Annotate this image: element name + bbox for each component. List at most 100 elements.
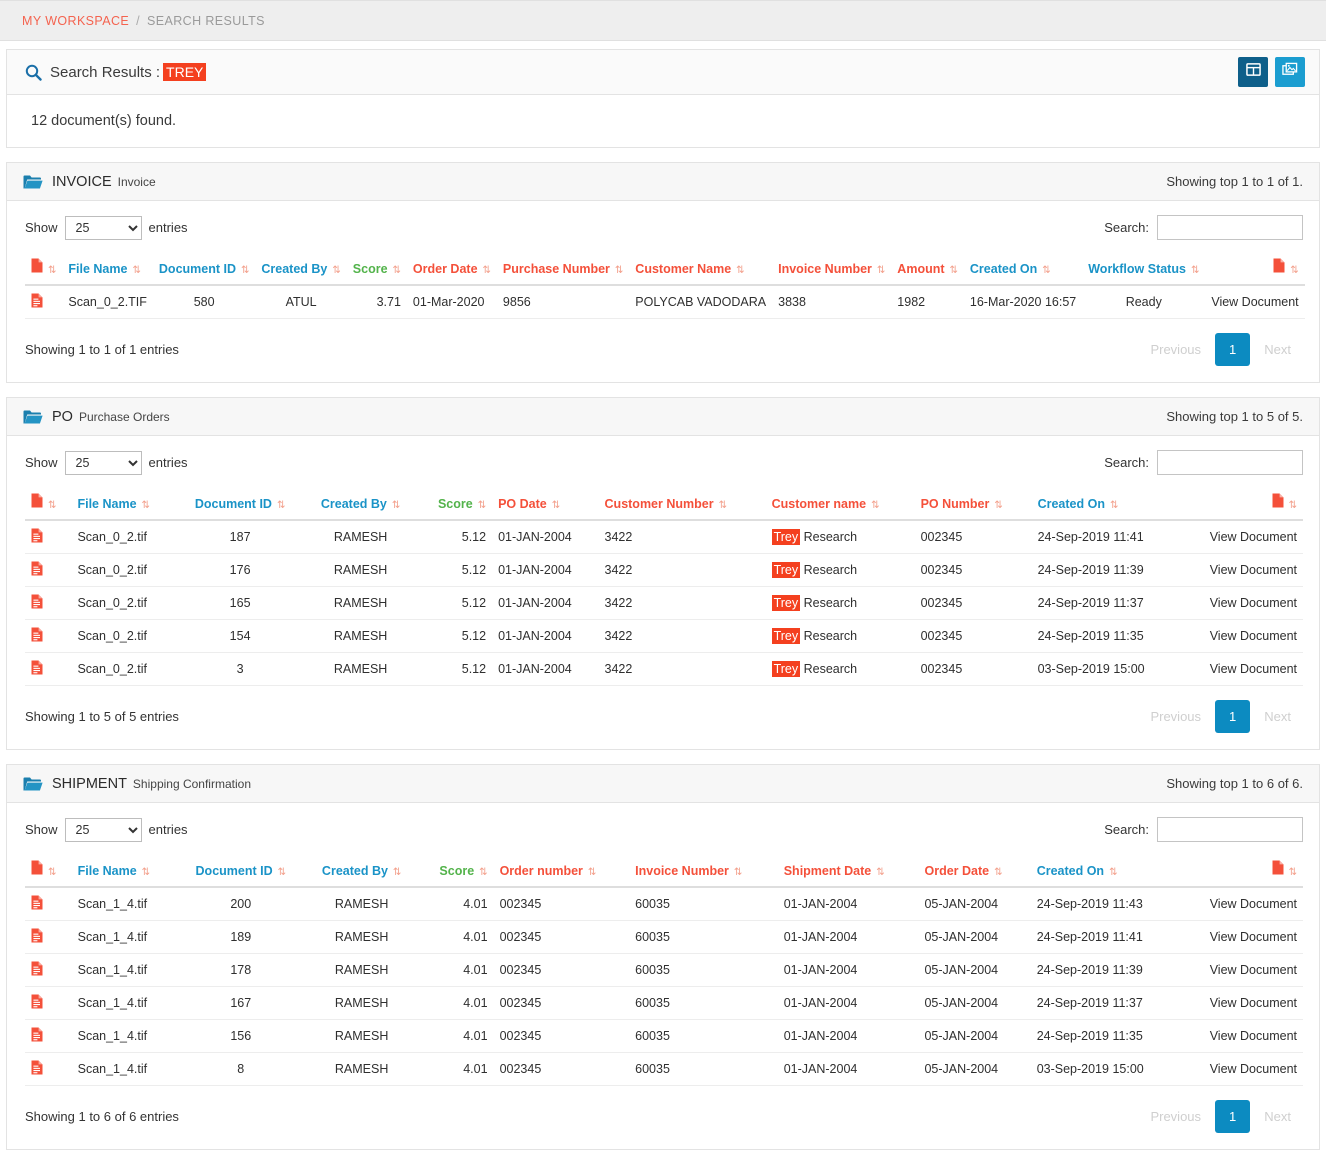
column-header-workflow-status[interactable]: Workflow Status ⇅ <box>1082 254 1206 286</box>
column-header-file-name[interactable]: File Name ⇅ <box>71 856 177 888</box>
pagination-previous[interactable]: Previous <box>1138 1102 1213 1131</box>
column-header-created-by[interactable]: Created By ⇅ <box>303 489 418 521</box>
breadcrumb-link-workspace[interactable]: MY WORKSPACE <box>22 14 129 28</box>
column-header-order-date[interactable]: Order Date ⇅ <box>406 254 497 286</box>
cell-created-by[interactable]: RAMESH <box>304 953 419 987</box>
table-row[interactable]: Scan_1_4.tif 189 RAMESH 4.01 002345 60035 01-J… <box>25 920 1303 954</box>
table-search-input[interactable] <box>1157 817 1303 842</box>
column-header-score[interactable]: Score ⇅ <box>418 856 494 888</box>
table-row[interactable]: Scan_0_2.tif 187 RAMESH 5.12 01-JAN-2004 3422… <box>25 520 1303 554</box>
table-row[interactable]: Scan_1_4.tif 8 RAMESH 4.01 002345 60035 01-JAN… <box>25 1052 1303 1086</box>
column-header-created-by[interactable]: Created By ⇅ <box>304 856 419 888</box>
column-header-invoice-number[interactable]: Invoice Number ⇅ <box>629 856 778 888</box>
column-header-po-number[interactable]: PO Number ⇅ <box>914 489 1032 521</box>
cell-file-name[interactable]: Scan_1_4.tif <box>71 986 177 1020</box>
cell-created-by[interactable]: RAMESH <box>304 920 419 954</box>
table-search-input[interactable] <box>1157 450 1303 475</box>
column-header-created-by[interactable]: Created By ⇅ <box>255 254 347 286</box>
column-header-file-name[interactable]: File Name ⇅ <box>71 489 177 521</box>
cell-action[interactable]: View Document <box>1205 285 1305 319</box>
column-header-file-icon[interactable]: ⇅ <box>25 856 72 888</box>
cell-action[interactable]: View Document <box>1179 619 1303 653</box>
column-header-file-icon[interactable]: ⇅ <box>1179 489 1303 521</box>
cell-file-name[interactable]: Scan_0_2.tif <box>71 619 177 653</box>
column-header-created-on[interactable]: Created On ⇅ <box>1031 489 1180 521</box>
column-header-file-icon[interactable]: ⇅ <box>1205 254 1305 286</box>
table-row[interactable]: Scan_1_4.tif 156 RAMESH 4.01 002345 60035 01-J… <box>25 1019 1303 1053</box>
pagination-previous[interactable]: Previous <box>1138 702 1213 731</box>
cell-file-name[interactable]: Scan_0_2.tif <box>71 586 177 620</box>
cell-action[interactable]: View Document <box>1179 586 1303 620</box>
cell-action[interactable]: View Document <box>1179 887 1303 921</box>
gallery-view-button[interactable] <box>1275 57 1305 87</box>
table-row[interactable]: Scan_0_2.TIF 580 ATUL 3.71 01-Mar-2020 9856 PO… <box>25 285 1305 319</box>
cell-action[interactable]: View Document <box>1179 953 1303 987</box>
column-header-customer-name[interactable]: Customer Name ⇅ <box>629 254 773 286</box>
table-row[interactable]: Scan_1_4.tif 167 RAMESH 4.01 002345 60035 01-J… <box>25 986 1303 1020</box>
cell-file-name[interactable]: Scan_1_4.tif <box>71 1052 177 1086</box>
column-header-file-icon[interactable]: ⇅ <box>1179 856 1303 888</box>
table-row[interactable]: Scan_1_4.tif 200 RAMESH 4.01 002345 60035 01-J… <box>25 887 1303 921</box>
column-header-created-on[interactable]: Created On ⇅ <box>963 254 1083 286</box>
cell-action[interactable]: View Document <box>1179 986 1303 1020</box>
table-row[interactable]: Scan_0_2.tif 154 RAMESH 5.12 01-JAN-2004 3422… <box>25 619 1303 653</box>
cell-created-by[interactable]: RAMESH <box>303 520 418 554</box>
pagination-page-1[interactable]: 1 <box>1215 700 1251 733</box>
pagination-page-1[interactable]: 1 <box>1215 1100 1251 1133</box>
cell-created-by[interactable]: RAMESH <box>303 553 418 587</box>
pagination-page-1[interactable]: 1 <box>1215 333 1251 366</box>
table-row[interactable]: Scan_0_2.tif 165 RAMESH 5.12 01-JAN-2004 3422… <box>25 586 1303 620</box>
column-header-po-date[interactable]: PO Date ⇅ <box>492 489 599 521</box>
cell-file-name[interactable]: Scan_1_4.tif <box>71 953 177 987</box>
column-header-customer-number[interactable]: Customer Number ⇅ <box>598 489 766 521</box>
cell-created-by[interactable]: RAMESH <box>304 986 419 1020</box>
pagination-previous[interactable]: Previous <box>1138 335 1213 364</box>
column-header-order-date[interactable]: Order Date ⇅ <box>918 856 1031 888</box>
cell-created-by[interactable]: RAMESH <box>303 619 418 653</box>
column-header-order-number[interactable]: Order number ⇅ <box>493 856 630 888</box>
column-header-score[interactable]: Score ⇅ <box>417 489 493 521</box>
grid-view-button[interactable] <box>1238 57 1268 87</box>
column-header-document-id[interactable]: Document ID ⇅ <box>176 856 305 888</box>
cell-created-by[interactable]: RAMESH <box>304 887 419 921</box>
column-header-file-name[interactable]: File Name ⇅ <box>62 254 153 286</box>
table-row[interactable]: Scan_0_2.tif 176 RAMESH 5.12 01-JAN-2004 3422… <box>25 553 1303 587</box>
cell-file-name[interactable]: Scan_0_2.tif <box>71 520 177 554</box>
cell-action[interactable]: View Document <box>1179 520 1303 554</box>
column-header-file-icon[interactable]: ⇅ <box>25 254 63 286</box>
cell-created-by[interactable]: RAMESH <box>303 586 418 620</box>
column-header-invoice-number[interactable]: Invoice Number ⇅ <box>772 254 892 286</box>
page-size-select[interactable]: 102550100 <box>64 817 142 842</box>
pagination-next[interactable]: Next <box>1252 335 1303 364</box>
table-row[interactable]: Scan_0_2.tif 3 RAMESH 5.12 01-JAN-2004 3422 Tr… <box>25 652 1303 686</box>
cell-action[interactable]: View Document <box>1179 1052 1303 1086</box>
column-header-customer-name[interactable]: Customer name ⇅ <box>765 489 915 521</box>
column-header-created-on[interactable]: Created On ⇅ <box>1030 856 1180 888</box>
cell-action[interactable]: View Document <box>1179 1019 1303 1053</box>
column-header-score[interactable]: Score ⇅ <box>346 254 407 286</box>
cell-action[interactable]: View Document <box>1179 553 1303 587</box>
cell-file-name[interactable]: Scan_0_2.tif <box>71 553 177 587</box>
column-header-amount[interactable]: Amount ⇅ <box>891 254 964 286</box>
cell-created-by[interactable]: RAMESH <box>304 1019 419 1053</box>
column-header-shipment-date[interactable]: Shipment Date ⇅ <box>777 856 919 888</box>
cell-file-name[interactable]: Scan_0_2.TIF <box>62 285 153 319</box>
column-header-purchase-number[interactable]: Purchase Number ⇅ <box>496 254 630 286</box>
cell-file-name[interactable]: Scan_1_4.tif <box>71 920 177 954</box>
cell-workflow-status[interactable]: Ready <box>1082 285 1206 319</box>
cell-action[interactable]: View Document <box>1179 920 1303 954</box>
page-size-select[interactable]: 102550100 <box>64 450 142 475</box>
table-row[interactable]: Scan_1_4.tif 178 RAMESH 4.01 002345 60035 01-J… <box>25 953 1303 987</box>
page-size-select[interactable]: 102550100 <box>64 215 142 240</box>
column-header-file-icon[interactable]: ⇅ <box>25 489 72 521</box>
cell-file-name[interactable]: Scan_1_4.tif <box>71 1019 177 1053</box>
pagination-next[interactable]: Next <box>1252 1102 1303 1131</box>
pagination-next[interactable]: Next <box>1252 702 1303 731</box>
cell-file-name[interactable]: Scan_1_4.tif <box>71 887 177 921</box>
cell-created-by[interactable]: RAMESH <box>303 652 418 686</box>
column-header-document-id[interactable]: Document ID ⇅ <box>152 254 256 286</box>
cell-action[interactable]: View Document <box>1179 652 1303 686</box>
cell-created-by[interactable]: RAMESH <box>304 1052 419 1086</box>
cell-created-by[interactable]: ATUL <box>255 285 347 319</box>
table-search-input[interactable] <box>1157 215 1303 240</box>
